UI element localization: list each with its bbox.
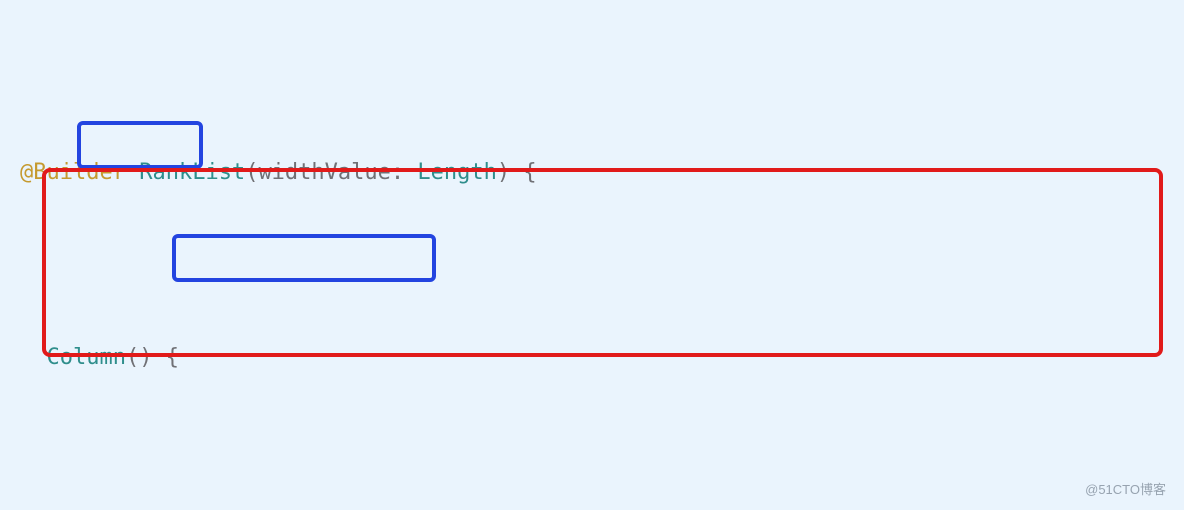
param-name: widthValue <box>258 160 390 185</box>
watermark: @51CTO博客 <box>1085 483 1166 496</box>
code-block: @Builder RankList(widthValue: Length) { … <box>0 0 1184 510</box>
brace: { <box>510 160 537 185</box>
parens: () <box>126 345 153 370</box>
paren-open: ( <box>245 160 258 185</box>
param-type: Length <box>417 160 496 185</box>
builder-annotation: @Builder <box>20 160 126 185</box>
indent <box>20 345 47 370</box>
column-fn: Column <box>47 345 126 370</box>
code-line: Column() { <box>10 339 1184 376</box>
paren-close: ) <box>497 160 510 185</box>
ranklist-fn: RankList <box>139 160 245 185</box>
code-line: @Builder RankList(widthValue: Length) { <box>10 154 1184 191</box>
param-sep: : <box>391 160 418 185</box>
brace: { <box>152 345 179 370</box>
